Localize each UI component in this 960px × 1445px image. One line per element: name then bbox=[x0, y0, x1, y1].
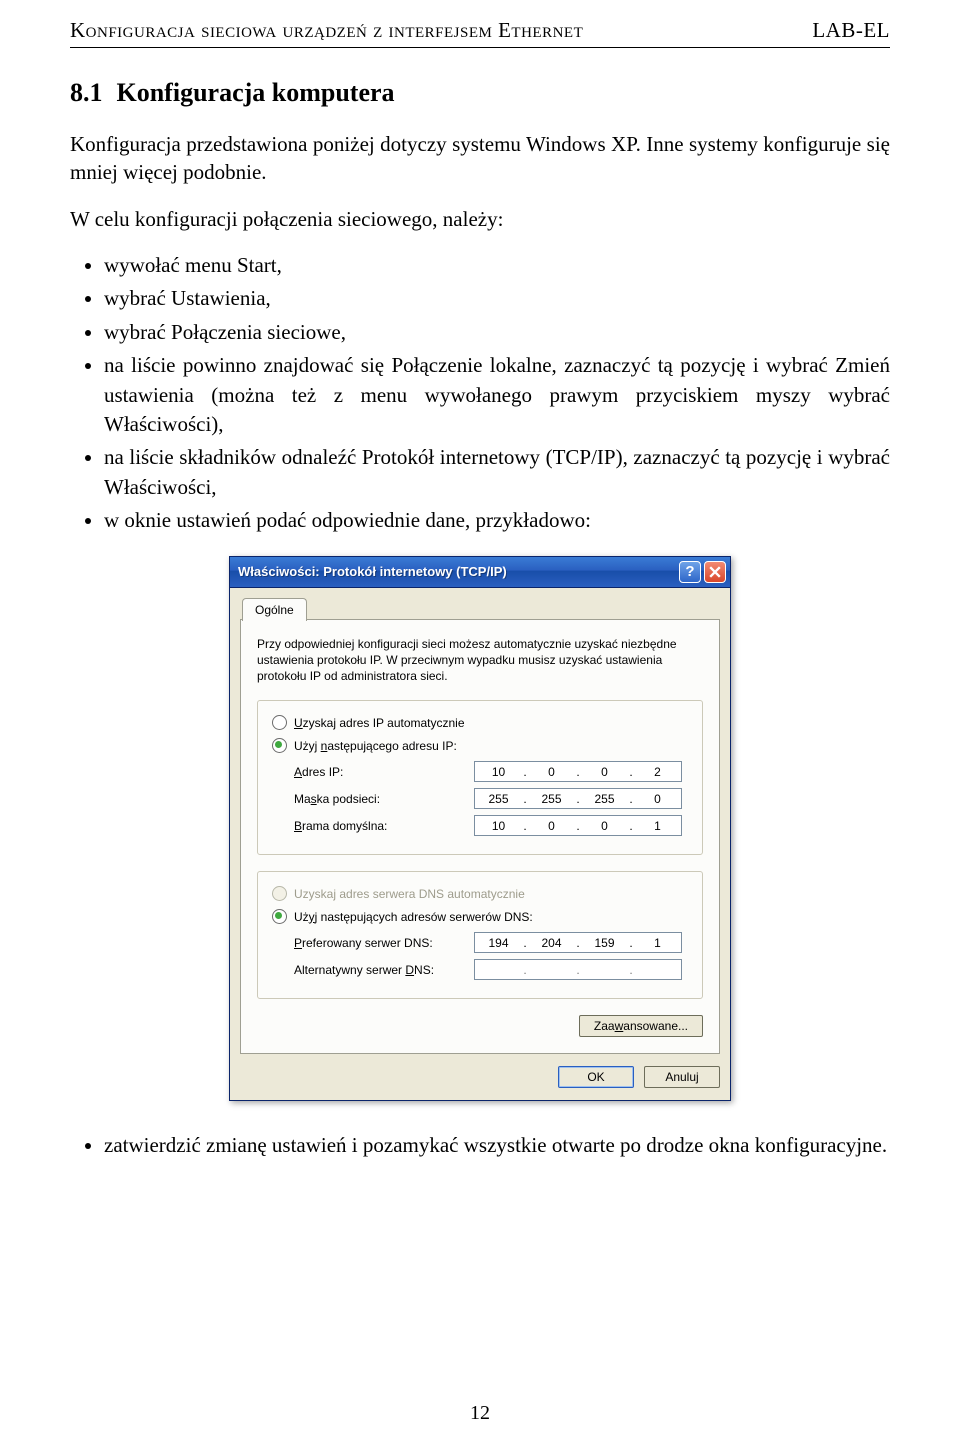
radio-ip-auto[interactable] bbox=[272, 715, 287, 730]
paragraph-1: Konfiguracja przedstawiona poniżej dotyc… bbox=[70, 130, 890, 187]
radio-dns-auto bbox=[272, 886, 287, 901]
radio-dns-auto-row: Uzyskaj adres serwera DNS automatycznie bbox=[272, 886, 688, 901]
radio-ip-manual-label: Użyj następującego adresu IP: bbox=[294, 739, 457, 753]
alternate-dns-row: Alternatywny serwer DNS: . . . bbox=[294, 959, 688, 980]
gateway-label: Brama domyślna: bbox=[294, 819, 474, 833]
advanced-button[interactable]: Zaawansowane... bbox=[579, 1015, 703, 1037]
list-item: zatwierdzić zmianę ustawień i pozamykać … bbox=[104, 1131, 890, 1160]
ok-button[interactable]: OK bbox=[558, 1066, 634, 1088]
ip-address-row: Adres IP: 10. 0. 0. 2 bbox=[294, 761, 688, 782]
page-number: 12 bbox=[0, 1402, 960, 1425]
cancel-button[interactable]: Anuluj bbox=[644, 1066, 720, 1088]
radio-ip-manual-row[interactable]: Użyj następującego adresu IP: bbox=[272, 738, 688, 753]
alternate-dns-input[interactable]: . . . bbox=[474, 959, 682, 980]
tab-general[interactable]: Ogólne bbox=[242, 598, 307, 621]
radio-ip-auto-row[interactable]: UUzyskaj adres IP automatyczniezyskaj ad… bbox=[272, 715, 688, 730]
radio-ip-auto-label: UUzyskaj adres IP automatyczniezyskaj ad… bbox=[294, 716, 465, 730]
section-heading: 8.1 Konfiguracja komputera bbox=[70, 78, 890, 108]
running-head-left: Konfiguracja sieciowa urządzeń z interfe… bbox=[70, 18, 583, 43]
help-icon: ? bbox=[685, 563, 694, 580]
section-number: 8.1 bbox=[70, 78, 103, 107]
steps-list: wywołać menu Start, wybrać Ustawienia, w… bbox=[70, 251, 890, 536]
radio-ip-manual[interactable] bbox=[272, 738, 287, 753]
dns-group: Uzyskaj adres serwera DNS automatycznie … bbox=[257, 871, 703, 999]
radio-dns-manual-label: Użyj następujących adresów serwerów DNS: bbox=[294, 910, 533, 924]
post-dialog-list: zatwierdzić zmianę ustawień i pozamykać … bbox=[70, 1131, 890, 1160]
intro-text: Przy odpowiedniej konfiguracji sieci moż… bbox=[257, 636, 703, 685]
gateway-row: Brama domyślna: 10. 0. 0. 1 bbox=[294, 815, 688, 836]
radio-dns-manual-row[interactable]: Użyj następujących adresów serwerów DNS: bbox=[272, 909, 688, 924]
close-button[interactable] bbox=[704, 561, 726, 583]
running-head-right: LAB-EL bbox=[812, 18, 890, 43]
gateway-input[interactable]: 10. 0. 0. 1 bbox=[474, 815, 682, 836]
subnet-mask-label: Maska podsieci: bbox=[294, 792, 474, 806]
help-button[interactable]: ? bbox=[679, 561, 701, 583]
preferred-dns-input[interactable]: 194. 204. 159. 1 bbox=[474, 932, 682, 953]
list-item: w oknie ustawień podać odpowiednie dane,… bbox=[104, 506, 890, 535]
radio-dns-auto-label: Uzyskaj adres serwera DNS automatycznie bbox=[294, 887, 525, 901]
list-item: na liście składników odnaleźć Protokół i… bbox=[104, 443, 890, 502]
list-item: wywołać menu Start, bbox=[104, 251, 890, 280]
radio-dns-manual[interactable] bbox=[272, 909, 287, 924]
ip-address-input[interactable]: 10. 0. 0. 2 bbox=[474, 761, 682, 782]
ip-address-label: Adres IP: bbox=[294, 765, 474, 779]
alternate-dns-label: Alternatywny serwer DNS: bbox=[294, 963, 474, 977]
tcpip-properties-dialog: Właściwości: Protokół internetowy (TCP/I… bbox=[229, 556, 731, 1102]
tab-strip: Ogólne bbox=[240, 596, 720, 620]
preferred-dns-label: Preferowany serwer DNS: bbox=[294, 936, 474, 950]
dialog-titlebar[interactable]: Właściwości: Protokół internetowy (TCP/I… bbox=[230, 557, 730, 588]
dialog-title: Właściwości: Protokół internetowy (TCP/I… bbox=[238, 564, 676, 579]
close-icon bbox=[709, 566, 721, 578]
preferred-dns-row: Preferowany serwer DNS: 194. 204. 159. 1 bbox=[294, 932, 688, 953]
list-item: wybrać Ustawienia, bbox=[104, 284, 890, 313]
list-item: na liście powinno znajdować się Połączen… bbox=[104, 351, 890, 439]
paragraph-2: W celu konfiguracji połączenia siecioweg… bbox=[70, 205, 890, 233]
ip-group: UUzyskaj adres IP automatyczniezyskaj ad… bbox=[257, 700, 703, 855]
subnet-mask-input[interactable]: 255. 255. 255. 0 bbox=[474, 788, 682, 809]
section-title: Konfiguracja komputera bbox=[117, 78, 395, 107]
tab-panel-general: Przy odpowiedniej konfiguracji sieci moż… bbox=[240, 619, 720, 1055]
list-item: wybrać Połączenia sieciowe, bbox=[104, 318, 890, 347]
subnet-mask-row: Maska podsieci: 255. 255. 255. 0 bbox=[294, 788, 688, 809]
header-rule bbox=[70, 47, 890, 48]
